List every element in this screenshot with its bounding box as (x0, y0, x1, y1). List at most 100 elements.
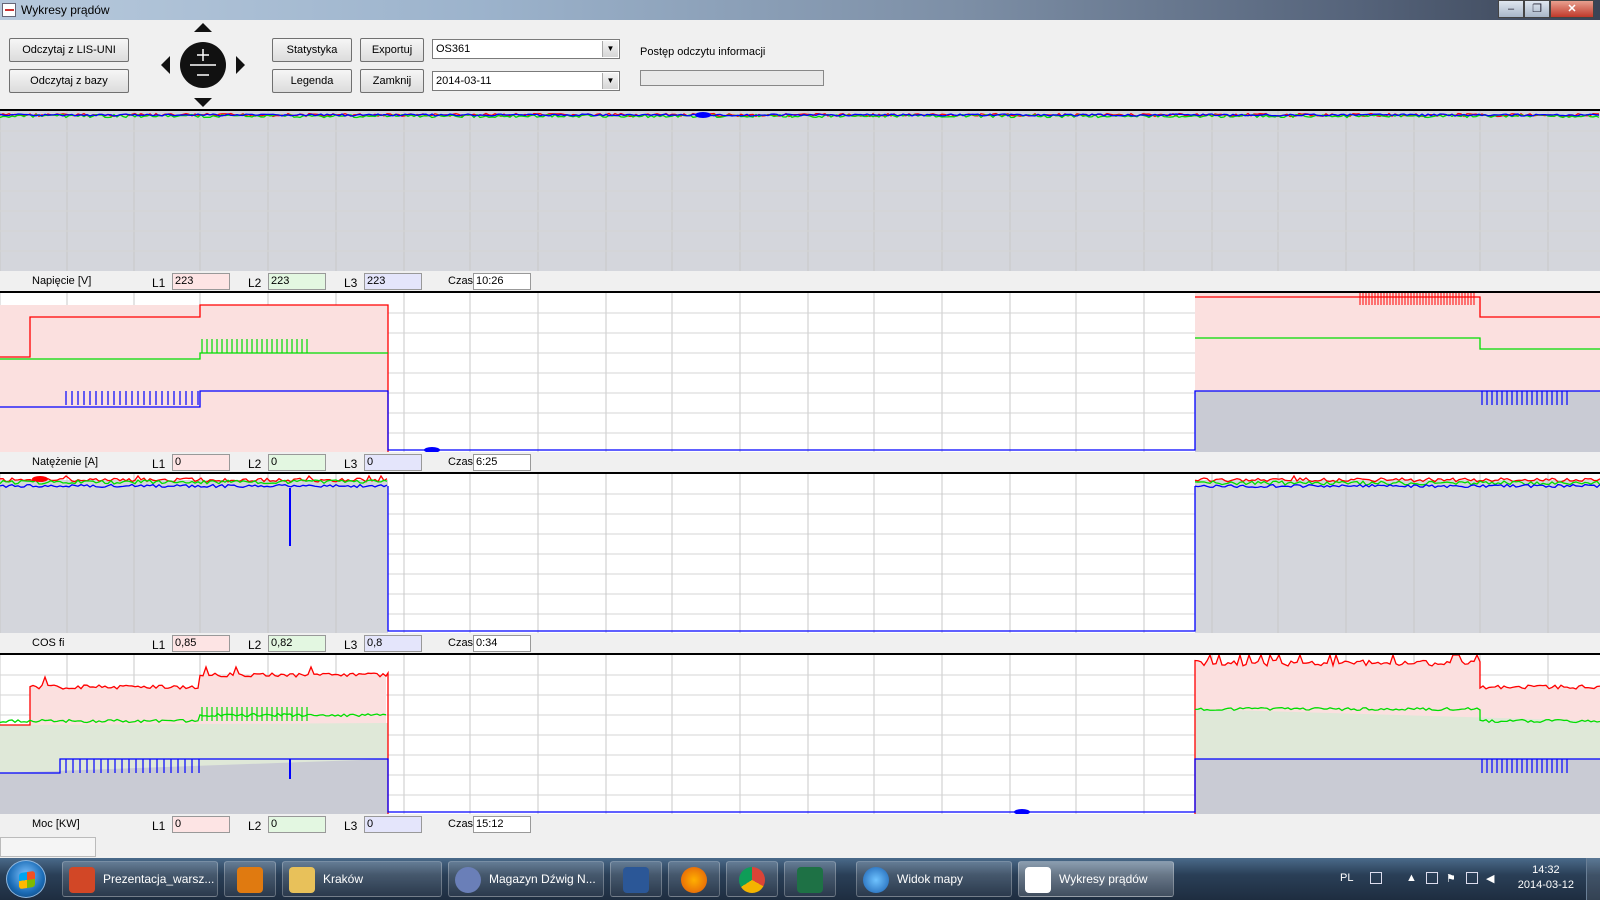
date-select[interactable]: 2014-03-11 ▼ (432, 71, 620, 91)
start-button[interactable] (6, 860, 46, 898)
taskbar-item-mail[interactable]: Magazyn Dźwig N... (448, 861, 604, 897)
network-icon[interactable] (1466, 872, 1478, 884)
excel-icon (797, 867, 823, 893)
l2-value: 223 (268, 273, 326, 290)
taskbar-item-label: Kraków (323, 872, 364, 886)
czas-value: 10:26 (473, 273, 531, 290)
read-lis-uni-button[interactable]: Odczytaj z LIS-UNI (9, 38, 129, 62)
chevron-up-icon[interactable]: ▲ (1406, 872, 1418, 884)
czas-label: Czas (448, 637, 474, 649)
legend-button[interactable]: Legenda (272, 69, 352, 93)
powerpoint-icon (69, 867, 95, 893)
media-player-icon (237, 867, 263, 893)
l2-value: 0 (268, 454, 326, 471)
cursor-marker (32, 476, 48, 482)
window-title: Wykresy prądów (21, 3, 110, 17)
czas-value: 6:25 (473, 454, 531, 471)
folder-icon (289, 867, 315, 893)
l1-label: L1 (152, 276, 166, 290)
taskbar-item-media-player[interactable] (224, 861, 276, 897)
series-area (0, 480, 388, 633)
language-indicator[interactable]: PL (1340, 872, 1353, 884)
taskbar-item-chrome[interactable] (726, 861, 778, 897)
firefox-icon (681, 867, 707, 893)
czas-value: 15:12 (473, 816, 531, 833)
taskbar-item-powerpoint[interactable]: Prezentacja_warsz... (62, 861, 218, 897)
taskbar: Prezentacja_warsz... Kraków Magazyn Dźwi… (0, 858, 1600, 900)
minimize-button[interactable]: – (1498, 0, 1524, 18)
cosfi-chart[interactable] (0, 472, 1600, 633)
volume-icon[interactable]: ◀ (1486, 872, 1498, 885)
voltage-info-bar: Napięcie [V] L1 223 L2 223 L3 223 Czas 1… (0, 271, 1600, 291)
zoom-navigator[interactable] (160, 22, 246, 108)
flag-icon[interactable]: ⚑ (1446, 872, 1458, 885)
taskbar-item-firefox[interactable] (668, 861, 720, 897)
cosfi-info-bar: COS fi L1 0,85 L2 0,82 L3 0,8 Czas 0:34 (0, 633, 1600, 653)
panel-title: Moc [KW] (32, 818, 80, 830)
chart-app-icon (1025, 867, 1051, 893)
show-desktop-button[interactable] (1586, 858, 1600, 900)
taskbar-item-map[interactable]: Widok mapy (856, 861, 1012, 897)
taskbar-item-word[interactable] (610, 861, 662, 897)
cursor-marker (695, 112, 711, 118)
device-icon[interactable] (1426, 872, 1438, 884)
series-l3-line (387, 486, 1196, 632)
title-bar: Wykresy prądów – ❐ ✕ (0, 0, 1600, 20)
read-database-button[interactable]: Odczytaj z bazy (9, 69, 129, 93)
l1-value: 0,85 (172, 635, 230, 652)
taskbar-item-current-app[interactable]: Wykresy prądów (1018, 861, 1174, 897)
l2-label: L2 (248, 276, 262, 290)
voltage-chart[interactable] (0, 109, 1600, 271)
arrow-left-icon[interactable] (161, 56, 170, 74)
series-l3-area (1195, 391, 1600, 452)
arrow-right-icon[interactable] (236, 56, 245, 74)
l3-label: L3 (344, 638, 358, 652)
czas-label: Czas (448, 818, 474, 830)
chevron-down-icon[interactable]: ▼ (602, 41, 618, 57)
panel-title: COS fi (32, 637, 65, 649)
taskbar-item-label: Widok mapy (897, 872, 964, 886)
taskbar-item-label: Magazyn Dźwig N... (489, 872, 596, 886)
taskbar-item-label: Wykresy prądów (1059, 872, 1148, 886)
l1-label: L1 (152, 457, 166, 471)
export-button[interactable]: Exportuj (360, 38, 424, 62)
l1-value: 0 (172, 454, 230, 471)
close-window-button[interactable]: ✕ (1550, 0, 1594, 18)
l1-value: 223 (172, 273, 230, 290)
l3-label: L3 (344, 819, 358, 833)
keyboard-icon[interactable] (1370, 872, 1382, 884)
l3-value: 0,8 (364, 635, 422, 652)
maximize-button[interactable]: ❐ (1524, 0, 1550, 18)
clock-time: 14:32 (1532, 864, 1560, 876)
czas-label: Czas (448, 275, 474, 287)
clock[interactable]: 14:32 2014-03-12 (1518, 863, 1574, 893)
l1-value: 0 (172, 816, 230, 833)
l3-label: L3 (344, 457, 358, 471)
current-info-bar: Natężenie [A] L1 0 L2 0 L3 0 Czas 6:25 (0, 452, 1600, 472)
taskbar-item-explorer[interactable]: Kraków (282, 861, 442, 897)
clock-date: 2014-03-12 (1517, 879, 1574, 891)
window-controls: – ❐ ✕ (1498, 0, 1594, 18)
l3-value: 0 (364, 454, 422, 471)
power-info-bar: Moc [KW] L1 0 L2 0 L3 0 Czas 15:12 (0, 814, 1600, 834)
arrow-up-icon[interactable] (194, 23, 212, 32)
l3-label: L3 (344, 276, 358, 290)
panel-title: Natężenie [A] (32, 456, 99, 468)
l3-value: 0 (364, 816, 422, 833)
chevron-down-icon[interactable]: ▼ (602, 73, 618, 89)
taskbar-item-excel[interactable] (784, 861, 836, 897)
mail-icon (455, 867, 481, 893)
l3-value: 223 (364, 273, 422, 290)
current-chart[interactable] (0, 291, 1600, 452)
l1-label: L1 (152, 638, 166, 652)
power-chart[interactable] (0, 653, 1600, 814)
l2-label: L2 (248, 638, 262, 652)
l2-value: 0 (268, 816, 326, 833)
l1-label: L1 (152, 819, 166, 833)
device-select[interactable]: OS361 ▼ (432, 39, 620, 59)
arrow-down-icon[interactable] (194, 98, 212, 107)
close-button[interactable]: Zamknij (360, 69, 424, 93)
status-strip (0, 837, 96, 857)
statistics-button[interactable]: Statystyka (272, 38, 352, 62)
series-area (1195, 480, 1600, 633)
